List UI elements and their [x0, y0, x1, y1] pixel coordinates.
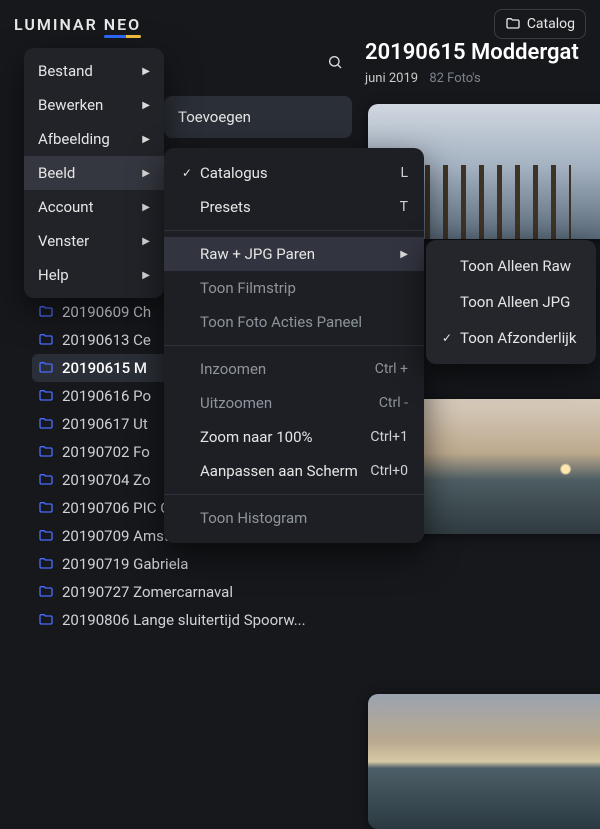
menu-item[interactable]: Bestand ▶: [24, 54, 164, 88]
album-title: 20190615 Moddergat: [365, 40, 592, 65]
submenu-item-label: Toon Alleen Raw: [460, 257, 571, 275]
shortcut-label: Ctrl -: [379, 395, 408, 411]
submenu-item[interactable]: Toon Alleen JPG: [426, 284, 596, 320]
menu-item-label: Bestand: [38, 62, 93, 80]
submenu-item[interactable]: Zoom naar 100% Ctrl+1: [164, 420, 424, 454]
chevron-right-icon: ▶: [400, 249, 408, 260]
submenu-item-label: Toon Afzonderlijk: [460, 329, 576, 347]
album-count: 82 Foto's: [429, 71, 480, 86]
chevron-right-icon: ▶: [142, 134, 150, 145]
folder-icon: [505, 16, 521, 32]
folder-name: 20190704 Zo: [62, 471, 151, 489]
submenu-item-label: Inzoomen: [200, 360, 369, 378]
menu-item[interactable]: Venster ▶: [24, 224, 164, 258]
shortcut-label: L: [400, 165, 408, 181]
check-icon: ✓: [440, 331, 454, 345]
chevron-right-icon: ▶: [142, 168, 150, 179]
shortcut-label: T: [400, 199, 408, 215]
raw-jpg-submenu: Toon Alleen Raw Toon Alleen JPG ✓ Toon Afzo…: [426, 240, 596, 364]
submenu-item[interactable]: Toon Filmstrip: [164, 271, 424, 305]
photo-thumbnail[interactable]: [368, 694, 600, 829]
menu-item[interactable]: Afbeelding ▶: [24, 122, 164, 156]
submenu-item-label: Raw + JPG Paren: [200, 245, 394, 263]
menu-item-label: Afbeelding: [38, 130, 110, 148]
folder-name: 20190702 Fo: [62, 443, 150, 461]
chevron-right-icon: ▶: [142, 202, 150, 213]
menu-item-label: Help: [38, 266, 69, 284]
submenu-item[interactable]: ✓ Catalogus L: [164, 156, 424, 190]
submenu-item[interactable]: Raw + JPG Paren ▶: [164, 237, 424, 271]
chevron-right-icon: ▶: [142, 66, 150, 77]
add-panel[interactable]: Toevoegen: [164, 96, 352, 138]
folder-name: 20190806 Lange sluitertijd Spoorw...: [62, 611, 306, 629]
menu-separator: [164, 230, 424, 231]
chevron-right-icon: ▶: [142, 270, 150, 281]
folder-name: 20190615 M: [62, 359, 147, 377]
submenu-item-label: Zoom naar 100%: [200, 428, 364, 446]
menu-separator: [164, 345, 424, 346]
submenu-item[interactable]: Toon Foto Acties Paneel: [164, 305, 424, 339]
submenu-item-label: Aanpassen aan Scherm: [200, 462, 364, 480]
search-icon[interactable]: [327, 54, 343, 74]
folder-item[interactable]: 20190727 Zomercarnaval: [32, 578, 332, 606]
catalog-button-label: Catalog: [527, 16, 575, 32]
folder-name: 20190617 Ut: [62, 415, 148, 433]
folder-name: 20190727 Zomercarnaval: [62, 583, 233, 601]
app-name-suffix: NEO: [104, 15, 141, 34]
menu-item[interactable]: Help ▶: [24, 258, 164, 292]
menu-item-label: Bewerken: [38, 96, 103, 114]
album-meta: juni 2019 82 Foto's: [365, 71, 592, 86]
add-panel-label: Toevoegen: [178, 108, 251, 126]
catalog-button[interactable]: Catalog: [494, 9, 586, 39]
submenu-item[interactable]: Aanpassen aan Scherm Ctrl+0: [164, 454, 424, 488]
submenu-item[interactable]: Toon Histogram: [164, 501, 424, 535]
shortcut-label: Ctrl+1: [370, 429, 408, 445]
menu-item-label: Beeld: [38, 164, 75, 182]
menu-item-label: Account: [38, 198, 94, 216]
submenu-item[interactable]: ✓ Toon Afzonderlijk: [426, 320, 596, 356]
folder-name: 20190613 Ce: [62, 331, 151, 349]
menu-item[interactable]: Account ▶: [24, 190, 164, 224]
folder-name: 20190609 Ch: [62, 303, 151, 321]
main-menu: Bestand▶Bewerken▶Afbeelding▶Beeld▶Accoun…: [24, 48, 164, 298]
submenu-item-label: Toon Filmstrip: [200, 279, 408, 297]
menu-item[interactable]: Bewerken ▶: [24, 88, 164, 122]
chevron-right-icon: ▶: [142, 100, 150, 111]
app-logo: LUMINAR NEO: [14, 15, 141, 34]
album-header: 20190615 Moddergat juni 2019 82 Foto's: [365, 40, 600, 86]
submenu-item[interactable]: Presets T: [164, 190, 424, 224]
submenu-item-label: Catalogus: [200, 164, 394, 182]
check-icon: ✓: [180, 166, 194, 180]
beeld-submenu: ✓ Catalogus L Presets T Raw + JPG Paren ▶ Toon …: [164, 148, 424, 543]
folder-name: 20190616 Po: [62, 387, 151, 405]
folder-name: 20190719 Gabriela: [62, 555, 188, 573]
chevron-right-icon: ▶: [142, 236, 150, 247]
folder-item[interactable]: 20190806 Lange sluitertijd Spoorw...: [32, 606, 332, 634]
submenu-item-label: Presets: [200, 198, 394, 216]
menu-item-label: Venster: [38, 232, 89, 250]
album-date: juni 2019: [365, 71, 418, 86]
submenu-item-label: Toon Foto Acties Paneel: [200, 313, 408, 331]
submenu-item[interactable]: Toon Alleen Raw: [426, 248, 596, 284]
submenu-item-label: Toon Alleen JPG: [460, 293, 570, 311]
submenu-item[interactable]: Uitzoomen Ctrl -: [164, 386, 424, 420]
folder-item[interactable]: 20190719 Gabriela: [32, 550, 332, 578]
shortcut-label: Ctrl +: [375, 361, 408, 377]
submenu-item-label: Uitzoomen: [200, 394, 373, 412]
submenu-item-label: Toon Histogram: [200, 509, 408, 527]
shortcut-label: Ctrl+0: [370, 463, 408, 479]
app-name: LUMINAR: [14, 15, 98, 34]
menu-item[interactable]: Beeld ▶: [24, 156, 164, 190]
menu-separator: [164, 494, 424, 495]
submenu-item[interactable]: Inzoomen Ctrl +: [164, 352, 424, 386]
